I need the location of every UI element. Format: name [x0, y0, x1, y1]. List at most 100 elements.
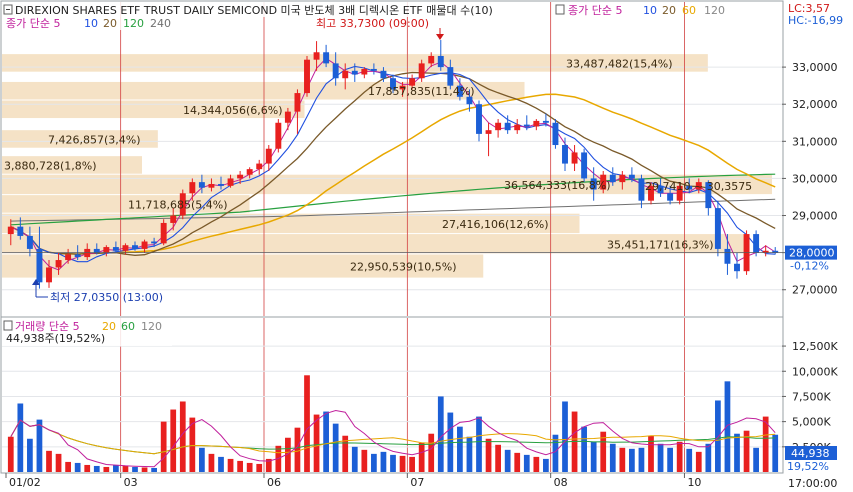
volume-bar	[55, 453, 62, 472]
date-tick-label: 07	[410, 476, 424, 489]
volume-bar	[476, 416, 482, 472]
candle-body	[753, 234, 760, 253]
volume-panel: 12,500K10,000K7,500K5,000K2,500K 거래량 단순 …	[0, 316, 838, 474]
high-label: 최고 33,7300 (09:00)	[316, 17, 429, 30]
volume-bar	[753, 447, 759, 472]
candle-body	[724, 248, 731, 264]
chart-title: DIREXION SHARES ETF TRUST DAILY SEMICOND…	[15, 4, 493, 17]
volume-bar	[638, 447, 645, 472]
candle-body	[428, 55, 435, 64]
volume-badge-pct: 19,52%	[787, 460, 829, 473]
date-tick-label: 06	[267, 476, 281, 489]
volume-legend-icon[interactable]	[3, 320, 13, 331]
volume-bar	[581, 426, 587, 472]
price-tick-label: 30,0000	[792, 172, 838, 185]
volume-bar	[323, 411, 329, 472]
volume-bar	[170, 409, 177, 472]
candle-body	[361, 68, 368, 75]
candle-body	[667, 193, 674, 201]
candle-body	[542, 120, 549, 123]
ma-period-20[interactable]: 20	[662, 4, 676, 17]
current-price-change: -0,12%	[790, 260, 829, 273]
volume-bar	[715, 400, 721, 472]
volume-bar	[151, 467, 157, 472]
ma-period-10[interactable]: 10	[643, 4, 657, 17]
candle-body	[304, 59, 310, 94]
candle-body	[437, 55, 444, 68]
candle-body	[160, 222, 167, 244]
price-panel: 33,487,482(15,4%) 17,857,835(11,4%) 14,344…	[0, 0, 838, 318]
price-range-note: 29,7410 ~ 30,3575	[645, 180, 752, 193]
ma-period-240[interactable]: 240	[150, 17, 171, 30]
volume-bar	[523, 454, 530, 472]
candle-body	[380, 70, 387, 79]
volume-bar	[629, 448, 635, 472]
volume-bar	[113, 464, 119, 472]
candle-body	[562, 145, 568, 164]
volume-bar	[705, 443, 712, 472]
volume-bar	[65, 461, 71, 472]
volume-bar	[93, 465, 100, 472]
ma-period-60[interactable]: 60	[682, 4, 696, 17]
candle-body	[112, 247, 119, 251]
volume-badge-value: 44,938	[791, 447, 830, 460]
candle-body	[638, 178, 645, 201]
price-ma-label-2[interactable]: 종가 단순 5	[6, 17, 60, 30]
volume-bar	[667, 447, 673, 472]
candle-body	[151, 241, 158, 244]
volume-bar	[313, 414, 320, 472]
volume-bar	[351, 446, 358, 472]
volume-ma-period-120[interactable]: 120	[141, 320, 162, 333]
volume-bar	[390, 454, 396, 472]
candle-body	[495, 122, 502, 131]
candle-body	[485, 130, 492, 134]
candle-body	[237, 174, 244, 179]
candle-body	[132, 245, 138, 249]
ma-period-120-b[interactable]: 120	[123, 17, 144, 30]
volume-bar	[46, 450, 52, 472]
ma-period-120[interactable]: 120	[704, 4, 725, 17]
volume-bar	[695, 451, 702, 472]
volume-bar	[485, 438, 492, 472]
volume-bar	[619, 447, 626, 472]
candle-body	[170, 215, 177, 223]
candle-body	[552, 122, 559, 146]
volume-ma-period-60[interactable]: 60	[121, 320, 135, 333]
volume-bar	[208, 453, 215, 472]
ma-legend-icon[interactable]	[555, 4, 565, 15]
volume-bar	[457, 426, 463, 472]
volume-bar	[237, 460, 243, 472]
volume-tick-label: 5,000K	[792, 416, 831, 429]
candle-body	[476, 104, 482, 134]
candle-body	[218, 183, 224, 186]
volume-profile-label: 3,880,728(1,8%)	[4, 159, 97, 172]
volume-bar	[103, 466, 110, 472]
ma-period-10-b[interactable]: 10	[84, 17, 98, 30]
volume-bar	[246, 462, 253, 472]
volume-bar	[418, 442, 425, 472]
candle-body	[246, 169, 253, 175]
price-ma-label[interactable]: 종가 단순 5	[568, 4, 622, 17]
price-tick-label: 27,0000	[792, 284, 838, 297]
price-tick-label: 29,0000	[792, 210, 838, 223]
price-tick-label: 31,0000	[792, 135, 838, 148]
volume-bar	[772, 434, 779, 472]
volume-bar	[437, 396, 444, 472]
volume-bar	[332, 423, 339, 472]
volume-profile-label: 11,718,685(5,4%)	[128, 198, 228, 211]
candle-body	[256, 163, 263, 170]
price-tick-label: 32,0000	[792, 98, 838, 111]
volume-profile-label: 36,564,333(16,8%)	[504, 179, 611, 192]
price-tick-label: 33,0000	[792, 61, 838, 74]
candle-body	[504, 122, 511, 131]
candle-body	[370, 68, 377, 71]
candle-body	[714, 208, 721, 249]
candle-body	[17, 226, 24, 236]
candle-body	[74, 254, 81, 258]
candle-body	[7, 226, 14, 235]
ma-period-20-b[interactable]: 20	[103, 17, 117, 30]
volume-profile-label: 33,487,482(15,4%)	[566, 57, 673, 70]
candle-body	[55, 260, 62, 268]
volume-bar	[218, 456, 224, 472]
volume-bar	[132, 466, 138, 472]
